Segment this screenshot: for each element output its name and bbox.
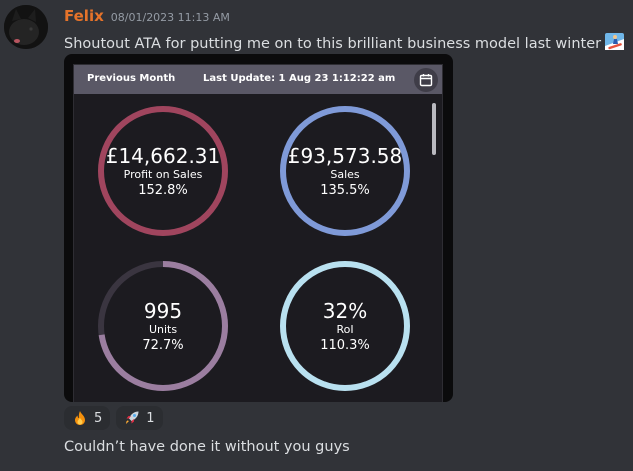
metric-roi: 32% RoI 110.3% <box>278 259 412 393</box>
metric-label: Profit on Sales <box>123 167 203 181</box>
message-header: Felix 08/01/2023 11:13 AM <box>64 7 230 29</box>
metric-percent: 152.8% <box>138 182 188 198</box>
username[interactable]: Felix <box>64 7 104 25</box>
metric-profit-on-sales: £14,662.31 Profit on Sales 152.8% <box>96 104 230 238</box>
followup-message: Couldn’t have done it without you guys <box>64 439 350 455</box>
reactions-bar: 5 1 <box>64 406 163 430</box>
fire-emoji-icon <box>75 411 85 425</box>
reaction-fire[interactable]: 5 <box>64 406 111 430</box>
metric-label: Units <box>148 322 178 336</box>
metric-percent: 110.3% <box>320 337 370 353</box>
last-update-label: Last Update: 1 Aug 23 1:12:22 am <box>203 73 396 84</box>
reaction-count: 1 <box>146 410 155 426</box>
metric-percent: 135.5% <box>320 182 370 198</box>
metric-percent: 72.7% <box>142 337 184 353</box>
image-attachment[interactable]: Previous Month Last Update: 1 Aug 23 1:1… <box>64 54 453 402</box>
reaction-count: 5 <box>94 410 103 426</box>
metric-label: RoI <box>336 322 354 336</box>
scrollbar <box>432 103 436 155</box>
metric-value: 995 <box>143 298 183 323</box>
metric-units: 995 Units 72.7% <box>96 259 230 393</box>
message-body: Shoutout ATA for putting me on to this b… <box>64 36 602 52</box>
metric-value: £93,573.58 <box>287 143 403 168</box>
dashboard-header: Previous Month Last Update: 1 Aug 23 1:1… <box>74 65 442 94</box>
timestamp: 08/01/2023 11:13 AM <box>110 11 230 24</box>
metric-sales: £93,573.58 Sales 135.5% <box>278 104 412 238</box>
dashboard-screenshot: Previous Month Last Update: 1 Aug 23 1:1… <box>73 64 443 402</box>
calendar-icon <box>419 74 433 87</box>
message-text: Shoutout ATA for putting me on to this b… <box>64 31 625 52</box>
avatar[interactable] <box>4 5 48 49</box>
metric-value: £14,662.31 <box>105 143 221 168</box>
snowboarder-emoji-icon <box>604 31 625 52</box>
rocket-emoji-icon <box>126 411 139 424</box>
metric-value: 32% <box>322 298 368 323</box>
metric-label: Sales <box>330 167 360 181</box>
reaction-rocket[interactable]: 1 <box>116 406 163 430</box>
calendar-button <box>414 68 438 92</box>
period-label: Previous Month <box>87 73 176 84</box>
